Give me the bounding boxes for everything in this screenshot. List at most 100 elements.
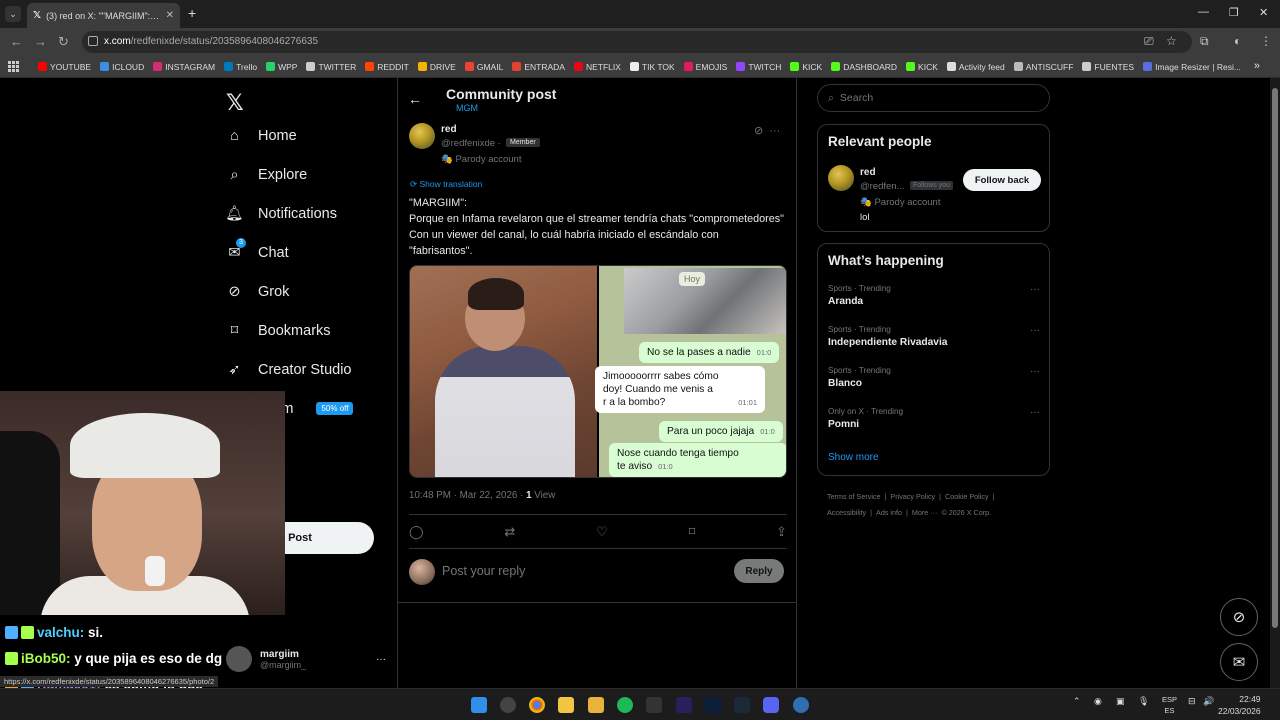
footer-link[interactable]: More ··· <box>912 508 938 517</box>
back-icon[interactable]: ← <box>10 34 23 49</box>
tray-icon[interactable]: ▣ <box>1116 696 1125 707</box>
close-window-button[interactable]: ✕ <box>1259 6 1268 19</box>
bookmark-youtube[interactable]: YOUTUBE <box>38 62 91 72</box>
bookmark-emojis[interactable]: EMOJIS <box>683 62 727 72</box>
reply-button[interactable]: Reply <box>734 559 784 583</box>
bookmark-kick[interactable]: KICK <box>906 62 938 72</box>
footer-link[interactable]: © 2026 X Corp. <box>941 508 991 517</box>
community-link[interactable]: MGM <box>456 103 478 113</box>
sidebar-item-bookmarks[interactable]: ⌑ Bookmarks <box>226 322 331 339</box>
avatar[interactable] <box>828 165 854 191</box>
clock[interactable]: 22:49 22/03/2026 <box>1218 693 1261 717</box>
maximize-button[interactable]: ❐ <box>1229 6 1239 19</box>
show-more-link[interactable]: Show more <box>828 452 879 463</box>
bookmark-antiscuff[interactable]: ANTISCUFF <box>1013 62 1073 72</box>
bookmarks-overflow-icon[interactable]: » <box>1254 60 1260 72</box>
show-translation-link[interactable]: ⟳ Show translation <box>410 179 482 190</box>
forward-icon[interactable]: → <box>34 34 47 49</box>
discord-icon[interactable] <box>763 697 779 713</box>
bookmark-fuentes[interactable]: FUENTES <box>1082 62 1134 72</box>
sidebar-item-home[interactable]: ⌂ Home <box>226 127 297 144</box>
active-tab[interactable]: 𝕏 (3) red on X: ""MARGIIM": Porq ✕ <box>27 3 180 28</box>
star-icon[interactable]: ☆ <box>1166 34 1177 48</box>
author-name[interactable]: red <box>441 124 457 135</box>
back-arrow-icon[interactable]: ← <box>408 91 422 107</box>
photo-chat-screenshot[interactable]: Hoy No se la pases a nadie 01:0 Jimooooor… <box>595 266 786 477</box>
bookmark-kick[interactable]: KICK <box>790 62 822 72</box>
author-avatar[interactable] <box>409 123 435 149</box>
trend-item[interactable]: Only on X · Trending Pomni ··· <box>828 407 1040 430</box>
minimize-button[interactable]: — <box>1198 6 1209 18</box>
app-icon[interactable] <box>793 697 809 713</box>
bookmark-image-resizer-resi[interactable]: Image Resizer | Resi... <box>1143 62 1241 72</box>
reply-input[interactable]: Post your reply <box>442 564 525 578</box>
sidebar-item-grok[interactable]: ⊘ Grok <box>226 283 289 300</box>
scrollbar[interactable] <box>1270 78 1280 688</box>
bookmark-activity-feed[interactable]: Activity feed <box>946 62 1005 72</box>
bookmark-tik-tok[interactable]: TIK TOK <box>629 62 675 72</box>
bookmark-entrada[interactable]: ENTRADA <box>512 62 565 72</box>
bookmark-drive[interactable]: DRIVE <box>417 62 456 72</box>
like-icon[interactable]: ♡ <box>596 524 608 540</box>
more-dots-icon[interactable]: ··· <box>769 125 780 137</box>
account-switcher[interactable]: margiim @margiim_ ··· <box>226 641 386 677</box>
language-indicator[interactable]: ESP ES <box>1162 694 1177 716</box>
bookmark-trello[interactable]: Trello <box>224 62 257 72</box>
trend-item[interactable]: Sports · Trending Aranda ··· <box>828 284 1040 307</box>
start-icon[interactable] <box>471 697 487 713</box>
app-icon[interactable] <box>646 697 662 713</box>
tab-close-icon[interactable]: ✕ <box>166 10 174 21</box>
bookmark-twitch[interactable]: TWITCH <box>736 62 781 72</box>
footer-link[interactable]: Accessibility <box>827 508 866 517</box>
sidebar-item-notifications[interactable]: 🔔︎ Notifications <box>225 205 337 223</box>
sticky-notes-icon[interactable] <box>558 697 574 713</box>
install-icon[interactable]: ⎚ <box>1144 34 1154 49</box>
tray-icon[interactable]: ◉ <box>1094 696 1102 707</box>
grok-fab-icon[interactable]: ⊘ <box>1220 598 1258 636</box>
microphone-icon[interactable]: 🎙 <box>1138 696 1149 707</box>
more-dots-icon[interactable]: ··· <box>1030 284 1040 295</box>
premiere-icon[interactable] <box>676 697 692 713</box>
more-dots-icon[interactable]: ··· <box>1030 366 1040 377</box>
bookmark-dashboard[interactable]: DASHBOARD <box>831 62 897 72</box>
footer-link[interactable]: Terms of Service <box>827 492 881 501</box>
more-dots-icon[interactable]: ··· <box>1030 407 1040 418</box>
photo-person[interactable] <box>410 266 597 477</box>
file-explorer-icon[interactable] <box>588 697 604 713</box>
photoshop-icon[interactable] <box>705 697 721 713</box>
sidebar-item-creator-studio[interactable]: ➶ Creator Studio <box>226 361 351 378</box>
spotify-icon[interactable] <box>617 697 633 713</box>
sidebar-item-explore[interactable]: ⌕ Explore <box>226 166 307 183</box>
copilot-icon[interactable] <box>500 697 516 713</box>
bookmark-gmail[interactable]: GMAIL <box>464 62 503 72</box>
browser-menu-icon[interactable]: ⋮ <box>1260 34 1272 48</box>
extensions-icon[interactable]: ⧉ <box>1200 34 1209 49</box>
site-info-icon[interactable] <box>88 36 98 46</box>
apps-grid-icon[interactable] <box>8 60 20 73</box>
new-tab-button[interactable]: + <box>188 5 196 21</box>
volume-icon[interactable]: 🔊 <box>1203 696 1214 707</box>
person-name[interactable]: red <box>860 167 876 178</box>
profile-icon[interactable]: ◐ <box>1234 34 1241 48</box>
repost-icon[interactable]: ⇄ <box>504 524 515 540</box>
bookmark-reddit[interactable]: REDDIT <box>365 62 409 72</box>
bookmark-netflix[interactable]: NETFLIX <box>573 62 621 72</box>
footer-link[interactable]: Cookie Policy <box>945 492 989 501</box>
tab-search-button[interactable]: ⌄ <box>5 6 21 22</box>
footer-link[interactable]: Privacy Policy <box>890 492 935 501</box>
network-icon[interactable]: ⊟ <box>1188 696 1196 707</box>
x-logo-icon[interactable]: 𝕏 <box>226 90 244 116</box>
author-handle[interactable]: @redfenixde · <box>441 138 501 149</box>
bookmark-instagram[interactable]: INSTAGRAM <box>153 62 215 72</box>
trend-item[interactable]: Sports · Trending Blanco ··· <box>828 366 1040 389</box>
post-media[interactable]: Hoy No se la pases a nadie 01:0 Jimooooor… <box>409 265 787 478</box>
share-icon[interactable]: ⇪ <box>776 524 787 540</box>
follow-back-button[interactable]: Follow back <box>963 169 1041 191</box>
scrollbar-thumb[interactable] <box>1272 88 1278 628</box>
bookmark-wpp[interactable]: WPP <box>266 62 297 72</box>
url-field[interactable]: x.com/redfenixde/status/2035896408046276… <box>82 31 1192 53</box>
more-dots-icon[interactable]: ··· <box>1030 325 1040 336</box>
steam-icon[interactable] <box>734 697 750 713</box>
bookmark-icloud[interactable]: ICLOUD <box>100 62 144 72</box>
trend-item[interactable]: Sports · Trending Independiente Rivadavia… <box>828 325 1040 348</box>
